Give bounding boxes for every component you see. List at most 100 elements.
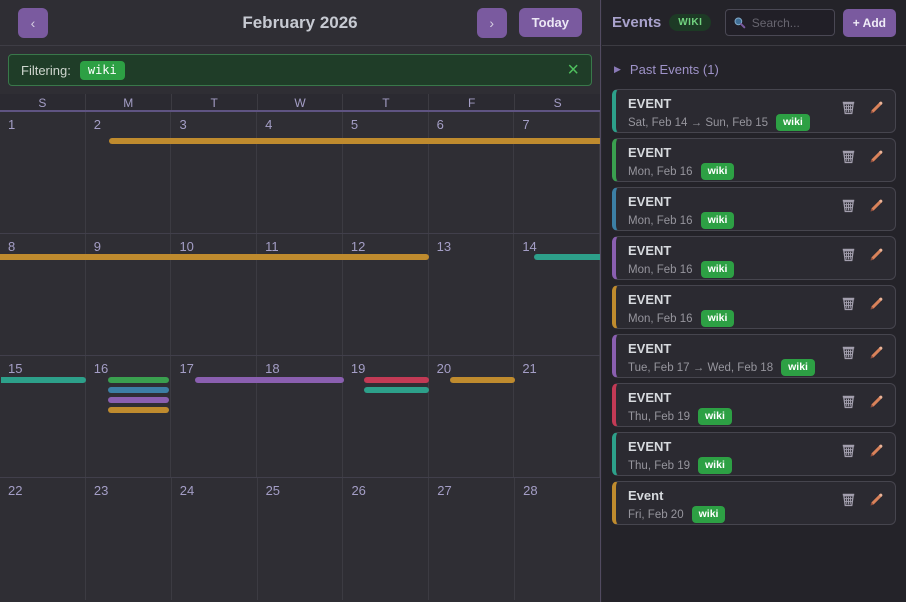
day-cell[interactable]: 3 <box>171 112 257 233</box>
trash-icon <box>840 349 857 364</box>
edit-event-button[interactable] <box>868 99 885 116</box>
day-cell[interactable]: 6 <box>429 112 515 233</box>
day-cell[interactable]: 1 <box>0 112 86 233</box>
event-tag-wiki[interactable]: wiki <box>701 261 735 278</box>
delete-event-button[interactable] <box>840 442 857 459</box>
magnifier-icon <box>733 16 746 29</box>
event-card[interactable]: EVENTMon, Feb 16wiki <box>612 236 896 280</box>
day-cell[interactable]: 21 <box>514 356 600 477</box>
filter-label: Filtering: <box>21 63 71 78</box>
delete-event-button[interactable] <box>840 197 857 214</box>
day-number: 25 <box>266 483 280 498</box>
edit-event-button[interactable] <box>868 393 885 410</box>
delete-event-button[interactable] <box>840 344 857 361</box>
day-cell[interactable]: 25 <box>258 478 344 600</box>
delete-event-button[interactable] <box>840 393 857 410</box>
calendar-event-bar[interactable] <box>108 397 169 403</box>
calendar-event-bar[interactable] <box>450 377 515 383</box>
event-card[interactable]: EVENTThu, Feb 19wiki <box>612 432 896 476</box>
event-tag-wiki[interactable]: wiki <box>781 359 815 376</box>
calendar-event-bar[interactable] <box>1 377 86 383</box>
search-input[interactable] <box>752 16 824 30</box>
event-tag-wiki[interactable]: wiki <box>698 457 732 474</box>
prev-month-button[interactable]: ‹ <box>18 8 48 38</box>
event-tag-wiki[interactable]: wiki <box>701 212 735 229</box>
event-card[interactable]: EventFri, Feb 20wiki <box>612 481 896 525</box>
day-cell[interactable]: 9 <box>86 234 172 355</box>
day-cell[interactable]: 18 <box>257 356 343 477</box>
day-cell[interactable]: 23 <box>86 478 172 600</box>
day-cell[interactable]: 13 <box>429 234 515 355</box>
day-number: 6 <box>437 117 444 132</box>
event-card[interactable]: EVENTTue, Feb 17 → Wed, Feb 18wiki <box>612 334 896 378</box>
event-tag-wiki[interactable]: wiki <box>701 163 735 180</box>
delete-event-button[interactable] <box>840 148 857 165</box>
event-tag-wiki[interactable]: wiki <box>698 408 732 425</box>
day-number: 20 <box>437 361 451 376</box>
today-button[interactable]: Today <box>519 8 582 37</box>
pencil-icon <box>868 300 885 315</box>
event-card[interactable]: EVENTSat, Feb 14 → Sun, Feb 15wiki <box>612 89 896 133</box>
add-event-button[interactable]: + Add <box>843 9 896 37</box>
event-date: Thu, Feb 19 <box>628 460 690 472</box>
day-cell[interactable]: 27 <box>429 478 515 600</box>
day-cell[interactable]: 26 <box>343 478 429 600</box>
calendar-event-bar[interactable] <box>534 254 600 260</box>
day-cell[interactable]: 5 <box>343 112 429 233</box>
day-cell[interactable]: 14 <box>514 234 600 355</box>
day-cell[interactable]: 19 <box>343 356 429 477</box>
event-actions <box>840 344 885 361</box>
day-cell[interactable]: 10 <box>171 234 257 355</box>
edit-event-button[interactable] <box>868 148 885 165</box>
event-actions <box>840 442 885 459</box>
delete-event-button[interactable] <box>840 491 857 508</box>
event-card[interactable]: EVENTMon, Feb 16wiki <box>612 187 896 231</box>
day-cell[interactable]: 8 <box>0 234 86 355</box>
day-cell[interactable]: 20 <box>429 356 515 477</box>
day-cell[interactable]: 12 <box>343 234 429 355</box>
delete-event-button[interactable] <box>840 99 857 116</box>
day-cell[interactable]: 24 <box>172 478 258 600</box>
day-cell[interactable]: 16 <box>86 356 172 477</box>
calendar-event-bar[interactable] <box>109 138 600 144</box>
event-tag-wiki[interactable]: wiki <box>692 506 726 523</box>
calendar-event-bar[interactable] <box>364 377 429 383</box>
day-cell[interactable]: 15 <box>0 356 86 477</box>
delete-event-button[interactable] <box>840 246 857 263</box>
next-month-button[interactable]: › <box>477 8 507 38</box>
edit-event-button[interactable] <box>868 197 885 214</box>
edit-event-button[interactable] <box>868 295 885 312</box>
calendar-event-bar[interactable] <box>0 254 429 260</box>
delete-event-button[interactable] <box>840 295 857 312</box>
event-actions <box>840 491 885 508</box>
calendar-event-bar[interactable] <box>108 387 169 393</box>
calendar-event-bar[interactable] <box>195 377 344 383</box>
event-date: Mon, Feb 16 <box>628 313 693 325</box>
edit-event-button[interactable] <box>868 246 885 263</box>
day-cell[interactable]: 22 <box>0 478 86 600</box>
filter-tag-wiki[interactable]: wiki <box>80 61 125 80</box>
calendar-event-bar[interactable] <box>108 377 169 383</box>
edit-event-button[interactable] <box>868 344 885 361</box>
edit-event-button[interactable] <box>868 491 885 508</box>
filter-close-icon[interactable]: × <box>567 60 579 80</box>
event-actions <box>840 197 885 214</box>
day-cell[interactable]: 7 <box>514 112 600 233</box>
event-card[interactable]: EVENTMon, Feb 16wiki <box>612 285 896 329</box>
past-events-toggle[interactable]: ▶ Past Events (1) <box>614 62 719 77</box>
day-cell[interactable]: 4 <box>257 112 343 233</box>
day-cell[interactable]: 28 <box>515 478 600 600</box>
calendar-event-bar[interactable] <box>364 387 429 393</box>
day-number: 26 <box>351 483 365 498</box>
day-cell[interactable]: 17 <box>171 356 257 477</box>
event-card[interactable]: EVENTThu, Feb 19wiki <box>612 383 896 427</box>
edit-event-button[interactable] <box>868 442 885 459</box>
day-cell[interactable]: 11 <box>257 234 343 355</box>
search-box[interactable] <box>725 9 835 36</box>
day-cell[interactable]: 2 <box>86 112 172 233</box>
event-card[interactable]: EVENTMon, Feb 16wiki <box>612 138 896 182</box>
pencil-icon <box>868 153 885 168</box>
event-tag-wiki[interactable]: wiki <box>776 114 810 131</box>
event-tag-wiki[interactable]: wiki <box>701 310 735 327</box>
calendar-event-bar[interactable] <box>108 407 169 413</box>
